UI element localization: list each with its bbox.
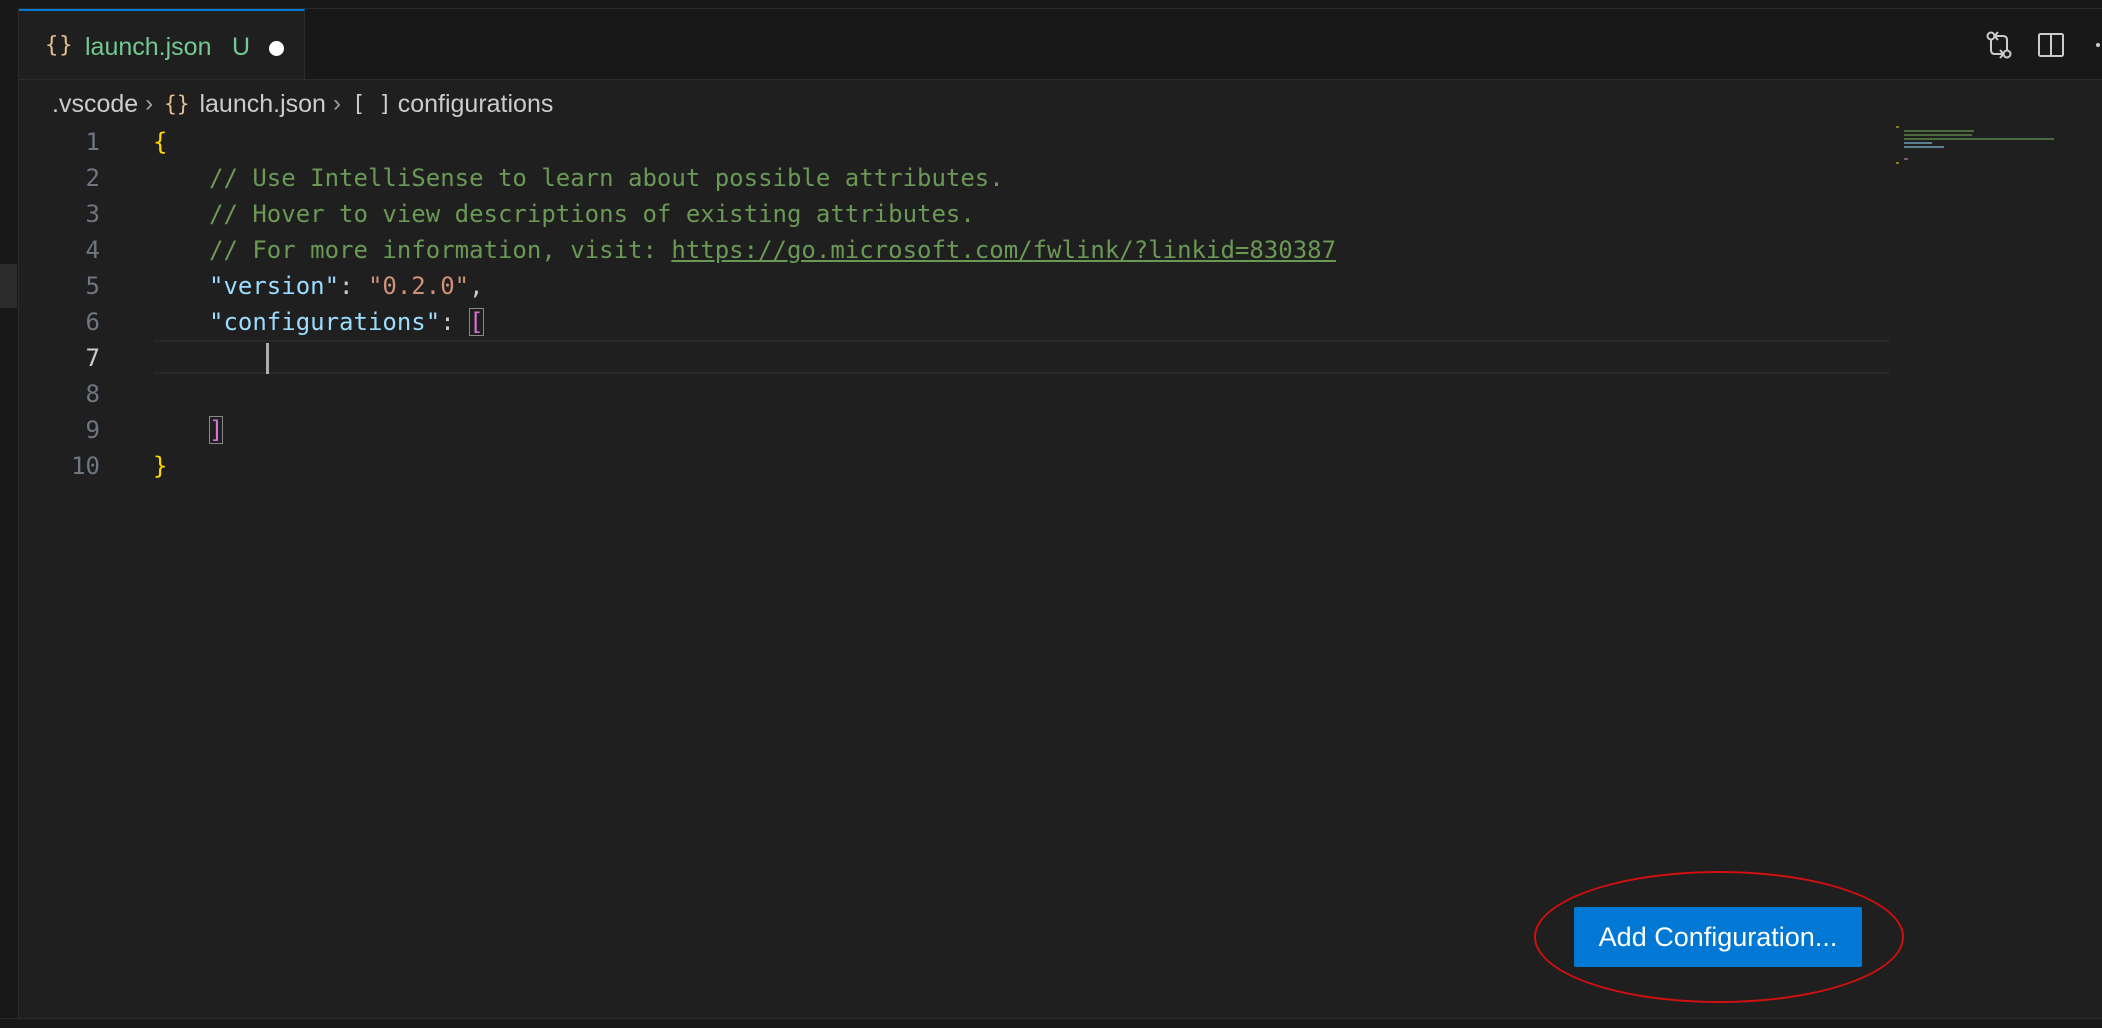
tab-title: launch.json bbox=[85, 33, 212, 61]
open-brace: { bbox=[153, 128, 168, 156]
minimap[interactable] bbox=[1896, 124, 2066, 164]
code-line: 6 "configurations": [ bbox=[0, 304, 1890, 340]
text-cursor bbox=[266, 343, 269, 374]
tab-bar: {} launch.json U bbox=[19, 9, 2102, 80]
json-braces-icon: {} bbox=[164, 92, 190, 116]
line-number: 1 bbox=[85, 128, 100, 156]
code-line: 1 { bbox=[0, 124, 1890, 160]
line-number: 10 bbox=[71, 452, 100, 480]
json-key-configurations: "configurations" bbox=[209, 308, 441, 336]
code-line: 4 // For more information, visit: https:… bbox=[0, 232, 1890, 268]
line-number: 8 bbox=[85, 380, 100, 408]
unsaved-dot-icon[interactable] bbox=[269, 41, 284, 56]
chevron-right-icon: › bbox=[332, 90, 341, 117]
line-number-active: 7 bbox=[85, 344, 100, 372]
colon: : bbox=[440, 308, 470, 336]
code-line-current: 7 bbox=[0, 340, 1890, 376]
comment-text: // Hover to view descriptions of existin… bbox=[209, 200, 975, 228]
code-line: 8 bbox=[0, 376, 1890, 412]
line-number: 2 bbox=[85, 164, 100, 192]
git-untracked-badge: U bbox=[232, 33, 251, 61]
line-number: 5 bbox=[85, 272, 100, 300]
editor-window: {} launch.json U .vscode › {} launch.jso… bbox=[0, 0, 2102, 1028]
colon: : bbox=[339, 272, 368, 300]
git-compare-icon[interactable] bbox=[1982, 28, 2016, 62]
close-bracket-matched: ] bbox=[209, 416, 224, 444]
code-line: 2 // Use IntelliSense to learn about pos… bbox=[0, 160, 1890, 196]
bottom-panel-edge bbox=[0, 1018, 2102, 1028]
open-bracket-matched: [ bbox=[469, 308, 484, 336]
comment-text: // Use IntelliSense to learn about possi… bbox=[209, 164, 1004, 192]
chevron-right-icon: › bbox=[145, 90, 154, 117]
json-key-version: "version" bbox=[209, 272, 340, 300]
line-number: 9 bbox=[85, 416, 100, 444]
array-symbol-icon: [ ] bbox=[351, 91, 392, 117]
fwlink-url[interactable]: https://go.microsoft.com/fwlink/?linkid=… bbox=[671, 236, 1336, 264]
line-number: 3 bbox=[85, 200, 100, 228]
split-editor-icon[interactable] bbox=[2034, 28, 2068, 62]
close-brace: } bbox=[153, 452, 168, 480]
code-line: 5 "version": "0.2.0", bbox=[0, 268, 1890, 304]
json-braces-icon: {} bbox=[45, 33, 74, 58]
breadcrumb-file[interactable]: launch.json bbox=[199, 90, 325, 119]
tab-launch-json[interactable]: {} launch.json U bbox=[19, 9, 305, 79]
add-configuration-button[interactable]: Add Configuration... bbox=[1574, 907, 1862, 967]
json-value-version: "0.2.0" bbox=[367, 272, 470, 300]
code-line: 10 } bbox=[0, 448, 1890, 484]
line-number: 6 bbox=[85, 308, 100, 336]
breadcrumb-symbol[interactable]: configurations bbox=[398, 90, 554, 119]
breadcrumb-folder[interactable]: .vscode bbox=[52, 90, 138, 119]
breadcrumb: .vscode › {} launch.json › [ ] configura… bbox=[52, 86, 553, 122]
line-number: 4 bbox=[85, 236, 100, 264]
more-actions-icon[interactable] bbox=[2088, 28, 2102, 62]
comma: , bbox=[469, 272, 484, 300]
comment-text: // For more information, visit: bbox=[209, 236, 672, 264]
current-line-highlight bbox=[154, 340, 1890, 374]
code-line: 3 // Hover to view descriptions of exist… bbox=[0, 196, 1890, 232]
code-editor[interactable]: 1 { 2 // Use IntelliSense to learn about… bbox=[0, 124, 1890, 484]
title-strip bbox=[0, 0, 2102, 9]
code-line: 9 ] bbox=[0, 412, 1890, 448]
